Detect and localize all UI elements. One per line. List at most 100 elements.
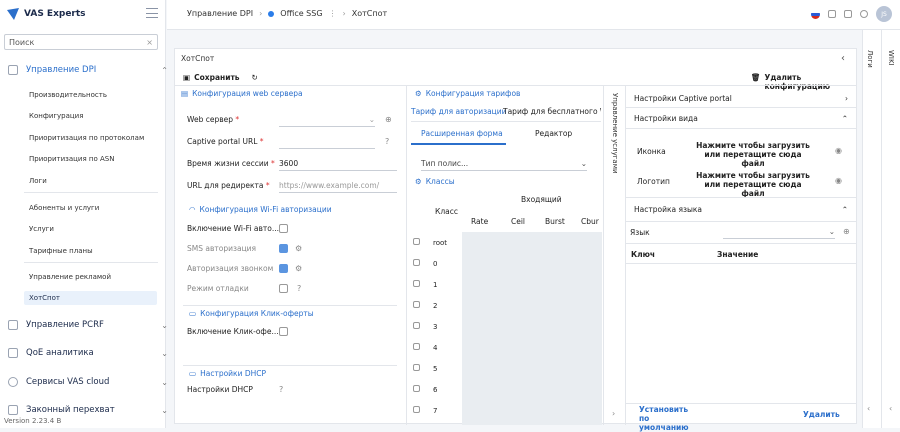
captive-url-input[interactable]	[279, 135, 375, 149]
save-button[interactable]: ▣ Сохранить ↻	[183, 73, 258, 82]
lang-select[interactable]: ⌄	[723, 225, 835, 239]
brand-name: VAS Experts	[24, 9, 86, 19]
call-auth-checkbox[interactable]	[279, 264, 288, 273]
services-vertical-tab[interactable]: Управление услугами	[611, 93, 619, 174]
icon-upload-zone[interactable]: Нажмите чтобы загрузить или перетащите с…	[693, 141, 813, 168]
search-input[interactable]: Поиск ×	[4, 34, 158, 50]
table-row[interactable]: 6	[413, 379, 459, 400]
nav-item-performance[interactable]: Производительность	[29, 88, 107, 102]
wiki-tab[interactable]: WIKI	[887, 50, 895, 66]
settings-icon[interactable]: ⚙	[295, 264, 302, 273]
web-server-label: Web сервер *	[187, 115, 240, 124]
row-checkbox[interactable]	[413, 406, 420, 413]
collapse-left-icon[interactable]: ‹	[841, 53, 845, 64]
delete-button[interactable]: Удалить	[803, 410, 840, 419]
status-dot	[268, 10, 275, 17]
nav-lawful[interactable]: Законный перехват ⌄	[8, 402, 168, 418]
nav-cloud[interactable]: Сервисы VAS cloud ⌄	[8, 374, 168, 390]
table-row[interactable]: 3	[413, 316, 459, 337]
add-icon[interactable]: ⊕	[843, 227, 850, 236]
web-config-header[interactable]: ▤ Конфигурация web сервера	[181, 89, 303, 98]
table-row[interactable]: 4	[413, 337, 459, 358]
nav-qoe[interactable]: QoE аналитика ⌄	[8, 345, 168, 361]
lang-settings-row[interactable]: Настройка языка ⌃	[626, 202, 856, 216]
eye-icon[interactable]: ◉	[835, 146, 842, 155]
captive-settings-row[interactable]: Настройки Captive portal ›	[626, 89, 856, 107]
dhcp-header[interactable]: ▭ Настройки DHCP	[189, 369, 266, 378]
nav-item-proto-priority[interactable]: Приоритизация по протоколам	[29, 131, 144, 145]
crumb-device[interactable]: Office SSG	[280, 9, 322, 18]
row-checkbox[interactable]	[413, 364, 420, 371]
nav-item-ads[interactable]: Управление рекламой	[29, 270, 111, 284]
help-icon[interactable]: ?	[279, 385, 283, 394]
tab-extended-form[interactable]: Расширенная форма	[421, 129, 503, 138]
row-checkbox[interactable]	[413, 301, 420, 308]
menu-toggle-icon[interactable]	[146, 8, 158, 18]
settings-icon[interactable]: ⚙	[295, 244, 302, 253]
wifi-enable-checkbox[interactable]	[279, 224, 288, 233]
row-checkbox[interactable]	[413, 343, 420, 350]
tab-free-tariff[interactable]: Тариф для бесплатного W	[503, 107, 601, 116]
tab-auth-tariff[interactable]: Тариф для авторизации	[411, 107, 507, 116]
more-icon[interactable]: ⋮	[329, 9, 337, 18]
row-checkbox[interactable]	[413, 259, 420, 266]
wifi-config-header[interactable]: ◠ Конфигурация Wi-Fi авторизации	[189, 205, 332, 214]
dhcp-label: Настройки DHCP	[187, 385, 253, 394]
view-settings-row[interactable]: Настройки вида ⌃	[626, 108, 856, 128]
debug-checkbox[interactable]	[279, 284, 288, 293]
table-row[interactable]: 1	[413, 274, 459, 295]
nav-item-asn-priority[interactable]: Приоритизация по ASN	[29, 152, 114, 166]
nav-item-hotspot[interactable]: ХотСпот	[24, 291, 157, 305]
settings-icon[interactable]	[860, 10, 868, 18]
help-icon[interactable]: ?	[297, 284, 301, 293]
help-icon[interactable]: ?	[385, 137, 389, 146]
redirect-input[interactable]: https://www.example.com/	[279, 179, 397, 193]
language-flag-icon[interactable]	[811, 9, 820, 19]
chevron-down-icon: ⌄	[161, 377, 168, 387]
chevron-left-icon[interactable]: ‹	[867, 404, 870, 413]
row-checkbox[interactable]	[413, 280, 420, 287]
table-row[interactable]: 0	[413, 253, 459, 274]
divider	[626, 128, 856, 129]
logs-tab[interactable]: Логи	[866, 50, 874, 68]
refresh-icon[interactable]: ↻	[252, 73, 258, 82]
table-row[interactable]: root	[413, 232, 459, 253]
intercept-icon	[8, 405, 18, 415]
row-checkbox[interactable]	[413, 322, 420, 329]
nav-item-subscribers[interactable]: Абоненты и услуги	[29, 201, 99, 215]
row-checkbox[interactable]	[413, 385, 420, 392]
nav-item-logs[interactable]: Логи	[29, 174, 47, 188]
add-icon[interactable]: ⊕	[385, 115, 392, 124]
expand-right-icon[interactable]: ›	[612, 409, 615, 418]
sms-checkbox[interactable]	[279, 244, 288, 253]
brand-logo[interactable]: VAS Experts	[6, 4, 86, 24]
chevron-left-icon[interactable]: ‹	[889, 404, 892, 413]
captive-url-label: Captive portal URL *	[187, 137, 264, 146]
nav-item-tariffs[interactable]: Тарифные планы	[29, 244, 93, 258]
mail-icon[interactable]	[828, 10, 836, 18]
class-cell: 4	[433, 343, 438, 352]
nav-pcrf[interactable]: Управление PCRF ⌄	[8, 317, 168, 333]
click-config-header[interactable]: ▭ Конфигурация Клик-оферты	[189, 309, 314, 318]
nav-dpi[interactable]: Управление DPI ⌃	[8, 62, 168, 78]
eye-icon[interactable]: ◉	[835, 176, 842, 185]
clear-icon[interactable]: ×	[146, 38, 153, 47]
avatar[interactable]: JS	[876, 6, 892, 22]
table-row[interactable]: 2	[413, 295, 459, 316]
table-row[interactable]: 5	[413, 358, 459, 379]
nav-item-services[interactable]: Услуги	[29, 222, 54, 236]
tab-editor[interactable]: Редактор	[535, 129, 572, 138]
web-server-select[interactable]: ⌄	[279, 113, 375, 127]
tariff-config-title: Конфигурация тарифов	[425, 89, 521, 98]
policy-type-select[interactable]: Тип полис... ⌄	[421, 157, 587, 171]
row-checkbox[interactable]	[413, 238, 420, 245]
nav-item-config[interactable]: Конфигурация	[29, 109, 83, 123]
logo-upload-zone[interactable]: Нажмите чтобы загрузить или перетащите с…	[693, 171, 813, 198]
classes-header[interactable]: ⚙ Классы	[415, 177, 455, 186]
session-input[interactable]: 3600	[279, 157, 397, 171]
table-row[interactable]: 7	[413, 400, 459, 421]
crumb-dpi[interactable]: Управление DPI	[187, 9, 253, 18]
tariff-config-header[interactable]: ⚙ Конфигурация тарифов	[415, 89, 520, 98]
click-enable-checkbox[interactable]	[279, 327, 288, 336]
notifications-icon[interactable]	[844, 10, 852, 18]
